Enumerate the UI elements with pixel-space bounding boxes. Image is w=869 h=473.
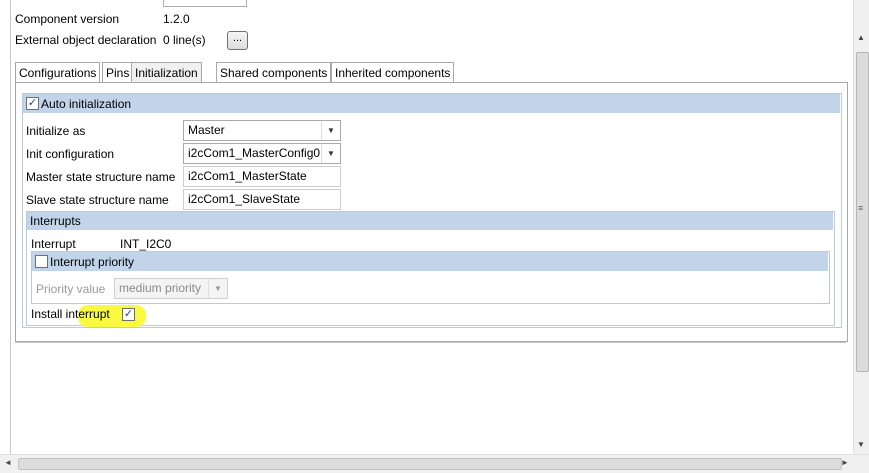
interrupts-group-label: Interrupts (30, 214, 81, 228)
chevron-down-icon: ▼ (321, 121, 340, 140)
auto-init-checkbox[interactable]: ✓ (26, 97, 39, 110)
interrupts-header (27, 212, 833, 230)
interrupt-label: Interrupt (31, 237, 76, 251)
priority-value: medium priority (119, 281, 202, 295)
component-version-label: Component version (15, 12, 120, 26)
tab-configurations[interactable]: Configurations (15, 62, 101, 83)
horizontal-scroll-thumb[interactable] (18, 458, 842, 470)
master-state-input[interactable]: i2cCom1_MasterState (183, 166, 341, 187)
init-config-select[interactable]: i2cCom1_MasterConfig0 ▼ (183, 143, 341, 164)
external-decl-edit-button[interactable]: ... (227, 31, 248, 50)
interrupt-priority-checkbox[interactable] (35, 255, 48, 268)
panel-separator (15, 342, 846, 343)
master-state-label: Master state structure name (26, 170, 176, 184)
component-version-value: 1.2.0 (163, 12, 190, 26)
vertical-scrollbar[interactable]: ▲ ≡ ▼ (853, 0, 869, 458)
interrupt-value: INT_I2C0 (120, 237, 172, 251)
install-interrupt-checkbox[interactable]: ✓ (122, 308, 135, 321)
horizontal-scrollbar[interactable]: ◄ ► (0, 454, 869, 473)
chevron-down-icon: ▼ (208, 279, 227, 298)
scroll-right-icon[interactable]: ► (841, 458, 849, 467)
init-config-label: Init configuration (26, 147, 115, 161)
grip-icon: ≡ (858, 203, 864, 213)
initialize-as-value: Master (188, 123, 225, 137)
left-panel-edge (0, 0, 11, 454)
interrupt-priority-header (32, 252, 828, 271)
master-state-value: i2cCom1_MasterState (188, 169, 307, 183)
chevron-down-icon: ▼ (321, 144, 340, 163)
tab-inherited-components[interactable]: Inherited components (331, 62, 455, 83)
slave-state-value: i2cCom1_SlaveState (188, 192, 301, 206)
auto-init-header (23, 94, 840, 113)
scroll-up-icon[interactable]: ▲ (857, 33, 865, 42)
slave-state-input[interactable]: i2cCom1_SlaveState (183, 189, 341, 210)
interrupt-priority-label: Interrupt priority (50, 255, 135, 269)
slave-state-label: Slave state structure name (26, 193, 169, 207)
tab-pins[interactable]: Pins (102, 62, 134, 83)
scroll-left-icon[interactable]: ◄ (4, 458, 12, 467)
init-config-value: i2cCom1_MasterConfig0 (188, 146, 321, 160)
external-decl-value: 0 line(s) (163, 33, 206, 47)
scroll-down-icon[interactable]: ▼ (857, 440, 865, 449)
vertical-scroll-thumb[interactable]: ≡ (856, 52, 869, 372)
external-decl-label: External object declaration (15, 33, 157, 47)
install-interrupt-label: Install interrupt (31, 307, 110, 321)
top-field-remnant (163, 0, 247, 7)
tab-shared-components[interactable]: Shared components (216, 62, 332, 83)
priority-value-select[interactable]: medium priority ▼ (114, 278, 228, 299)
initialize-as-label: Initialize as (26, 124, 86, 138)
priority-value-label: Priority value (36, 282, 106, 296)
auto-init-label: Auto initialization (41, 97, 132, 111)
initialize-as-select[interactable]: Master ▼ (183, 120, 341, 141)
tab-initialization[interactable]: Initialization (131, 62, 202, 83)
